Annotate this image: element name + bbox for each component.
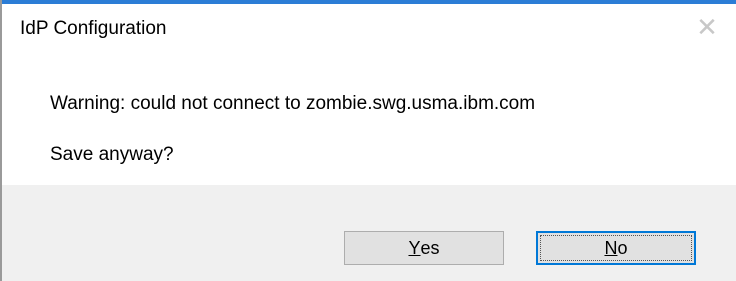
yes-label-rest: es xyxy=(420,237,440,258)
yes-mnemonic: Y xyxy=(408,237,421,258)
title-bar[interactable]: IdP Configuration ✕ xyxy=(2,4,736,54)
yes-button[interactable]: Yes xyxy=(344,231,504,265)
no-label-rest: o xyxy=(617,237,628,258)
save-question: Save anyway? xyxy=(50,144,174,165)
warning-message: Warning: could not connect to zombie.swg… xyxy=(50,93,536,114)
dialog-content: Warning: could not connect to zombie.swg… xyxy=(2,54,736,185)
close-icon: ✕ xyxy=(696,12,718,42)
message-dialog: IdP Configuration ✕ Warning: could not c… xyxy=(0,0,736,281)
no-button[interactable]: No xyxy=(536,231,696,265)
dialog-title: IdP Configuration xyxy=(20,18,167,39)
button-bar: Yes No xyxy=(2,185,736,281)
close-button[interactable]: ✕ xyxy=(690,10,724,44)
no-mnemonic: N xyxy=(604,237,618,258)
